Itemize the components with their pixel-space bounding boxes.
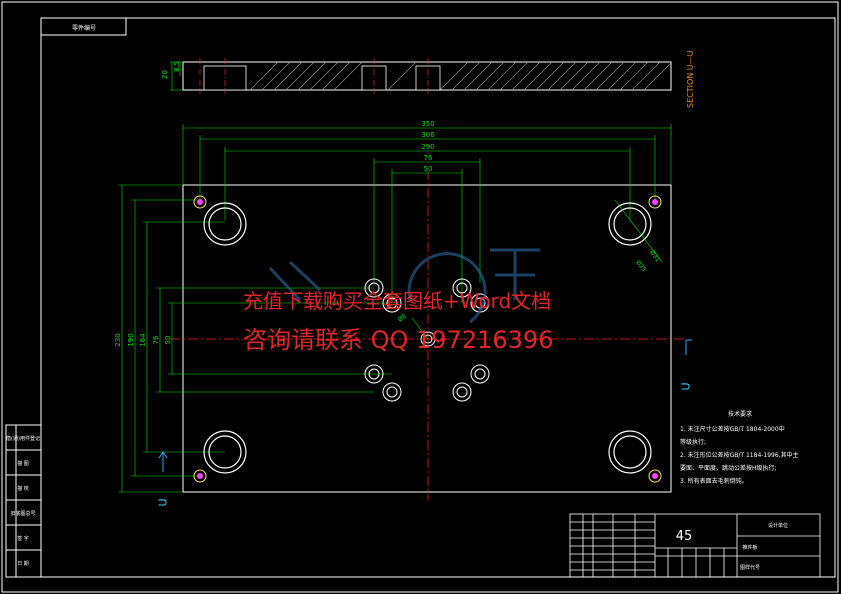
section-view: 20 8.5 [161, 58, 672, 94]
watermark-line-1: 充值下载购买全套图纸+Word文档 [243, 289, 552, 313]
technical-note-3: 3. 所有表面去毛刺倒钝。 [680, 478, 748, 485]
dim-306: 306 [421, 131, 435, 139]
svg-text:描 图: 描 图 [17, 460, 29, 467]
part-number-box-label: 零件编号 [72, 24, 96, 32]
section-cut-markers [158, 339, 692, 472]
cut-marker-right: U [679, 382, 693, 391]
svg-text:日 期: 日 期 [17, 561, 29, 567]
left-strip-labels: 借(通)用件登记 描 图 描 校 旧底图总号 签 字 日 期 [6, 435, 40, 567]
technical-note-1b: 等级执行; [680, 439, 707, 446]
technical-notes: 技术要求 1. 未注尺寸公差按GB/T 1804-2000中 等级执行; 2. … [680, 408, 800, 488]
svg-text:描 校: 描 校 [17, 485, 29, 492]
section-label: SECTION U—U [686, 50, 695, 109]
dim-dia-25: Ø25 [634, 259, 647, 273]
section-dim-thickness: 20 [161, 70, 169, 79]
technical-note-1: 1. 未注尺寸公差按GB/T 1804-2000中 [680, 426, 785, 433]
dim-76-v: 76 [152, 335, 160, 344]
dim-290: 290 [421, 143, 434, 151]
dim-50: 50 [424, 165, 433, 173]
left-revision-strip [5, 424, 42, 578]
dim-76: 76 [424, 154, 433, 162]
dim-dia-31: Ø31 [648, 249, 661, 263]
dim-164: 164 [139, 333, 147, 347]
dim-230: 230 [114, 333, 122, 346]
diameter-leaders [411, 199, 663, 340]
technical-note-2b: 要面、平面度、跳动公差按H级执行; [680, 465, 777, 472]
svg-text:借(通)用件登记: 借(通)用件登记 [6, 435, 40, 442]
svg-text:旧底图总号: 旧底图总号 [10, 510, 35, 517]
title-school: 设计单位 [768, 522, 788, 529]
dim-350: 350 [421, 120, 434, 128]
dim-50-v: 50 [164, 336, 172, 345]
title-part-name: 推件板 [742, 544, 757, 551]
svg-text:签 字: 签 字 [17, 535, 29, 542]
title-material: 45 [676, 529, 693, 544]
cut-marker-left: U [156, 498, 170, 507]
technical-note-2: 2. 未注形位公差按GB/T 1184-1996,其中主 [680, 452, 799, 459]
technical-notes-title: 技术要求 [727, 411, 752, 418]
watermark-line-2: 咨询请联系 QQ 197216396 [243, 326, 554, 354]
title-drawing-no: 图样代号 [740, 564, 760, 571]
section-dim-step: 8.5 [173, 61, 181, 72]
dim-190: 190 [127, 333, 135, 346]
